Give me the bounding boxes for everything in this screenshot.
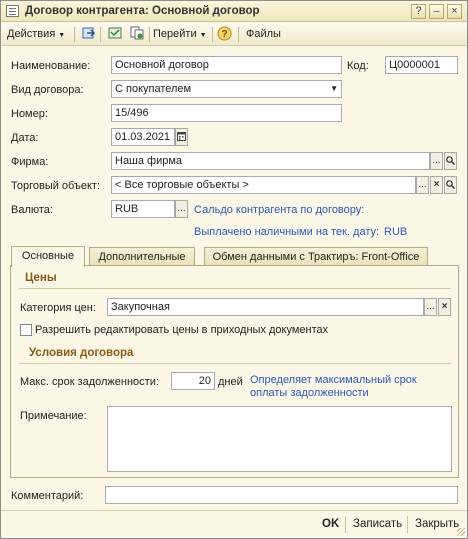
paid-cash-value: RUB: [384, 226, 408, 238]
tab-additional[interactable]: Дополнительные: [89, 247, 195, 267]
ok-button[interactable]: OK: [322, 518, 339, 530]
price-category-label: Категория цен:: [20, 302, 96, 314]
select-ellipsis-icon[interactable]: ...: [430, 152, 443, 170]
actions-menu[interactable]: Действия ▼: [7, 26, 65, 43]
goto-label: Перейти: [153, 28, 197, 40]
note-textarea[interactable]: [107, 406, 452, 472]
toolbar-separator: [149, 27, 150, 42]
allow-edit-prices-label[interactable]: Разрешить редактировать цены в приходных…: [35, 324, 328, 337]
svg-text:?: ?: [221, 29, 227, 40]
save-button[interactable]: Записать: [353, 518, 402, 530]
title-bar: Договор контрагента: Основной договор ? …: [1, 1, 467, 22]
contract-window: Договор контрагента: Основной договор ? …: [0, 0, 468, 539]
open-search-icon[interactable]: [444, 176, 457, 194]
dropdown-arrow-icon: ▼: [199, 32, 207, 39]
currency-label: Валюта:: [11, 204, 53, 216]
balance-link[interactable]: Сальдо контрагента по договору:: [194, 204, 364, 217]
max-debt-hint-line-2: оплаты задолженности: [250, 387, 369, 399]
actions-label: Действия: [7, 28, 56, 40]
allow-edit-prices-checkbox[interactable]: [20, 324, 32, 336]
select-ellipsis-icon[interactable]: ...: [424, 298, 437, 316]
button-separator: [345, 516, 346, 533]
minimize-icon[interactable]: –: [429, 4, 444, 19]
currency-input[interactable]: RUB: [111, 200, 175, 218]
max-debt-input[interactable]: 20: [171, 372, 215, 390]
dropdown-arrow-icon: ▼: [58, 32, 66, 39]
help-icon[interactable]: ?: [411, 4, 426, 19]
tab-main[interactable]: Основные: [11, 246, 85, 267]
close-button[interactable]: Закрыть: [415, 518, 459, 530]
firm-label: Фирма:: [11, 156, 49, 168]
goto-menu[interactable]: Перейти ▼: [153, 26, 207, 43]
note-label: Примечание:: [20, 410, 87, 422]
close-icon[interactable]: ×: [447, 4, 462, 19]
trade-object-label: Торговый объект:: [11, 180, 101, 192]
prices-section-title: Цены: [25, 272, 57, 284]
toolbar-separator: [238, 27, 239, 42]
tab-data-exchange[interactable]: Обмен данными с Трактиръ: Front-Office: [204, 247, 428, 267]
paid-cash-text: Выплачено наличными на тек. дату:: [194, 226, 380, 238]
price-category-input[interactable]: Закупочная: [107, 298, 424, 316]
help-circle-icon[interactable]: ?: [216, 26, 233, 43]
trade-object-input[interactable]: < Все торговые объекты >: [111, 176, 416, 194]
contract-type-label: Вид договора:: [11, 84, 84, 96]
button-separator: [407, 516, 408, 533]
save-close-icon[interactable]: [80, 26, 97, 43]
name-label: Наименование:: [11, 60, 91, 72]
toolbar: Действия ▼ Перейти ▼ ? Файлы: [1, 23, 467, 46]
contract-type-value: С покупателем: [115, 83, 192, 95]
select-ellipsis-icon[interactable]: ...: [175, 200, 188, 218]
max-debt-label: Макс. срок задолженности:: [20, 376, 159, 388]
days-label: дней: [218, 376, 243, 388]
max-debt-hint-line-1: Определяет максимальный срок: [250, 374, 417, 386]
toolbar-separator: [74, 27, 75, 42]
resize-grip-icon[interactable]: [457, 528, 465, 536]
footer-divider: [1, 510, 467, 511]
structure-icon[interactable]: [106, 26, 123, 43]
open-search-icon[interactable]: [444, 152, 457, 170]
clear-icon[interactable]: ×: [438, 298, 451, 316]
calendar-icon[interactable]: [175, 128, 188, 146]
terms-section-title: Условия договора: [29, 347, 134, 359]
section-divider: [19, 363, 451, 364]
window-title: Договор контрагента: Основной договор: [25, 5, 260, 17]
document-icon: [6, 5, 19, 17]
files-button[interactable]: Файлы: [246, 26, 281, 43]
comment-label: Комментарий:: [11, 490, 84, 502]
code-label: Код:: [347, 60, 369, 72]
select-ellipsis-icon[interactable]: ...: [416, 176, 429, 194]
dropdown-arrow-icon[interactable]: ▼: [330, 81, 338, 97]
date-input[interactable]: 01.03.2021: [111, 128, 175, 146]
name-input[interactable]: Основной договор: [111, 56, 342, 74]
number-input[interactable]: 15/496: [111, 104, 342, 122]
toolbar-separator: [100, 27, 101, 42]
date-label: Дата:: [11, 132, 39, 144]
number-label: Номер:: [11, 108, 48, 120]
comment-input[interactable]: [105, 486, 458, 504]
toolbar-separator: [212, 27, 213, 42]
code-input[interactable]: Ц0000001: [385, 56, 458, 74]
firm-input[interactable]: Наша фирма: [111, 152, 430, 170]
section-divider: [19, 288, 451, 289]
clear-icon[interactable]: ×: [430, 176, 443, 194]
copy-icon[interactable]: [128, 26, 145, 43]
contract-type-select[interactable]: С покупателем ▼: [111, 80, 342, 98]
